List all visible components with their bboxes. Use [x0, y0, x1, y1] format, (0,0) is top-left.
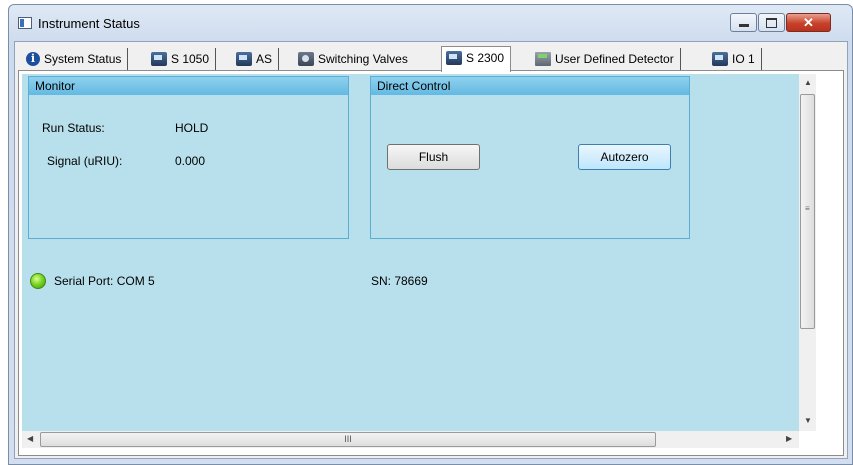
- grip-icon: ≡: [805, 204, 810, 213]
- flush-button[interactable]: Flush: [387, 144, 480, 170]
- tab-switching-valves[interactable]: Switching Valves: [294, 48, 414, 70]
- close-button[interactable]: ✕: [786, 13, 831, 32]
- serial-number-label: SN: 78669: [371, 274, 428, 288]
- detector-icon: [535, 52, 551, 66]
- run-status-label: Run Status:: [42, 121, 105, 135]
- tab-as[interactable]: AS: [232, 48, 280, 70]
- monitor-group: Monitor Run Status: HOLD Signal (uRIU): …: [28, 76, 349, 239]
- tab-label: S 2300: [466, 51, 505, 65]
- device-icon: [151, 52, 167, 66]
- tab-system-status[interactable]: i System Status: [22, 48, 129, 70]
- horizontal-scrollbar[interactable]: ◀ III ▶: [22, 431, 799, 448]
- device-icon: [712, 52, 728, 66]
- direct-control-group: Direct Control Flush Autozero: [370, 76, 690, 239]
- scroll-left-icon[interactable]: ◀: [27, 434, 33, 443]
- monitor-title: Monitor: [29, 77, 348, 95]
- close-icon: ✕: [803, 14, 814, 30]
- tab-s-2300[interactable]: S 2300: [441, 46, 512, 72]
- maximize-icon: [766, 17, 777, 28]
- maximize-button[interactable]: [758, 13, 785, 32]
- signal-label: Signal (uRIU):: [47, 154, 123, 168]
- tab-label: AS: [256, 52, 273, 66]
- tab-label: System Status: [44, 52, 122, 66]
- connection-status-icon: [30, 273, 46, 289]
- tab-label: User Defined Detector: [555, 52, 674, 66]
- info-icon: i: [26, 52, 40, 66]
- valve-icon: [298, 52, 314, 66]
- scroll-up-icon[interactable]: ▲: [804, 78, 812, 87]
- tab-label: Switching Valves: [318, 52, 408, 66]
- s2300-panel: Monitor Run Status: HOLD Signal (uRIU): …: [22, 74, 799, 431]
- instrument-status-window: Instrument Status ✕ i System Status S 10…: [8, 4, 853, 465]
- tab-content: Monitor Run Status: HOLD Signal (uRIU): …: [18, 70, 844, 456]
- scroll-down-icon[interactable]: ▼: [804, 416, 812, 425]
- serial-port-label: Serial Port: COM 5: [54, 274, 155, 288]
- scroll-right-icon[interactable]: ▶: [786, 434, 792, 443]
- device-icon: [446, 51, 462, 65]
- tab-s-1050[interactable]: S 1050: [147, 48, 217, 70]
- minimize-icon: [738, 24, 749, 27]
- tab-label: S 1050: [171, 52, 210, 66]
- client-area: i System Status S 1050 AS Switching Valv…: [14, 41, 848, 459]
- horizontal-scroll-thumb[interactable]: III: [40, 432, 656, 447]
- window-title: Instrument Status: [38, 16, 140, 31]
- minimize-button[interactable]: [730, 13, 757, 32]
- direct-control-title: Direct Control: [371, 77, 689, 95]
- tab-label: IO 1: [732, 52, 755, 66]
- window-icon: [18, 17, 32, 29]
- autosampler-icon: [236, 52, 252, 66]
- tab-user-defined-detector[interactable]: User Defined Detector: [531, 48, 681, 70]
- run-status-value: HOLD: [175, 121, 209, 135]
- vertical-scroll-thumb[interactable]: ≡: [800, 94, 815, 329]
- signal-value: 0.000: [175, 154, 206, 168]
- vertical-scrollbar[interactable]: ▲ ≡ ▼: [799, 74, 816, 431]
- title-bar[interactable]: Instrument Status ✕: [9, 5, 852, 41]
- autozero-button[interactable]: Autozero: [578, 144, 671, 170]
- tab-io-1[interactable]: IO 1: [708, 48, 762, 70]
